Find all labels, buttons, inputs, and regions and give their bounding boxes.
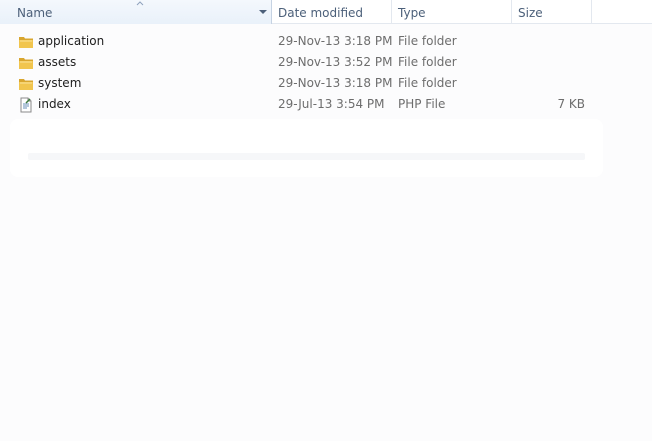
column-header-size[interactable]: Size — [512, 0, 592, 24]
file-name: system — [38, 76, 82, 90]
sort-ascending-icon — [136, 1, 144, 6]
file-row-assets[interactable]: assets 29-Nov-13 3:52 PM File folder — [0, 52, 652, 73]
file-size: 7 KB — [557, 97, 585, 111]
column-header-date-label: Date modified — [278, 6, 364, 20]
file-name: application — [38, 34, 105, 48]
column-header-bar: Name Date modified Type Size — [0, 0, 652, 24]
file-row-index[interactable]: index 29-Jul-13 3:54 PM PHP File 7 KB — [0, 94, 652, 115]
folder-icon — [19, 79, 33, 90]
file-explorer-list: Name Date modified Type Size application… — [0, 0, 652, 441]
file-type: File folder — [398, 76, 457, 90]
file-type: File folder — [398, 55, 457, 69]
column-header-type[interactable]: Type — [392, 0, 512, 24]
file-name: index — [38, 97, 71, 111]
file-date-modified: 29-Nov-13 3:18 PM — [278, 34, 393, 48]
faded-overlay-panel — [10, 119, 603, 177]
file-type: PHP File — [398, 97, 446, 111]
file-type: File folder — [398, 34, 457, 48]
file-name: assets — [38, 55, 77, 69]
folder-icon — [19, 58, 33, 69]
file-row-application[interactable]: application 29-Nov-13 3:18 PM File folde… — [0, 31, 652, 52]
column-header-date-modified[interactable]: Date modified — [272, 0, 392, 24]
file-date-modified: 29-Nov-13 3:18 PM — [278, 76, 393, 90]
column-header-type-label: Type — [398, 6, 426, 20]
column-header-size-label: Size — [518, 6, 543, 20]
folder-icon — [19, 37, 33, 48]
column-header-name-label: Name — [17, 6, 53, 20]
chevron-down-icon[interactable] — [258, 9, 268, 15]
faded-overlay-bar — [28, 153, 585, 160]
file-date-modified: 29-Nov-13 3:52 PM — [278, 55, 393, 69]
php-file-icon — [20, 97, 32, 113]
file-row-system[interactable]: system 29-Nov-13 3:18 PM File folder — [0, 73, 652, 94]
file-date-modified: 29-Jul-13 3:54 PM — [278, 97, 385, 111]
